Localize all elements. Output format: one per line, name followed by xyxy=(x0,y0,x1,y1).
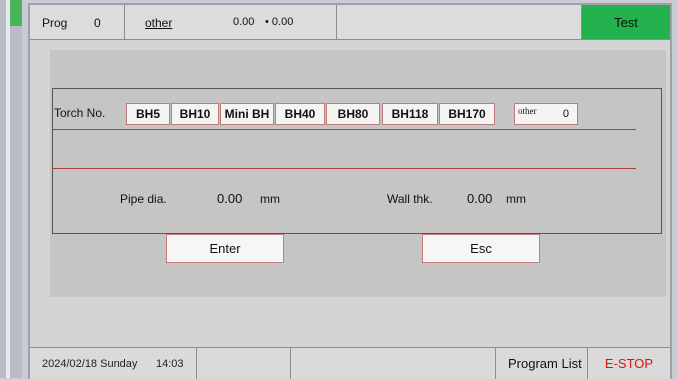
divider-line xyxy=(52,168,636,169)
torch-option-bh5[interactable]: BH5 xyxy=(126,103,170,125)
torch-option-other[interactable]: other 0 xyxy=(514,103,578,125)
torch-option-bh170[interactable]: BH170 xyxy=(439,103,495,125)
pipe-dia-value[interactable]: 0.00 xyxy=(217,191,242,206)
test-mode-button[interactable]: Test xyxy=(582,5,670,39)
background-green-mark xyxy=(10,0,22,26)
background-stripe xyxy=(6,0,10,378)
value-b: • 0.00 xyxy=(265,16,294,28)
wall-thk-label: Wall thk. xyxy=(387,192,433,206)
wall-thk-unit: mm xyxy=(506,192,526,206)
bottom-status-bar: 2024/02/18 Sunday 14:03 Program List E-S… xyxy=(30,347,670,379)
torch-option-mini-bh[interactable]: Mini BH xyxy=(220,103,274,125)
enter-button[interactable]: Enter xyxy=(166,234,284,263)
program-name[interactable]: other xyxy=(145,16,172,30)
torch-option-bh118[interactable]: BH118 xyxy=(382,103,438,125)
top-status-bar: Prog 0 other 0.00 • 0.00 Test xyxy=(30,5,670,40)
prog-number: 0 xyxy=(94,16,101,30)
bottombar-divider xyxy=(495,348,496,379)
topbar-divider xyxy=(124,5,125,39)
pipe-dia-unit: mm xyxy=(260,192,280,206)
bottombar-divider xyxy=(290,348,291,379)
pipe-dia-label: Pipe dia. xyxy=(120,192,167,206)
background-left-edge xyxy=(0,0,22,378)
torch-other-label: other xyxy=(518,106,537,116)
e-stop-indicator[interactable]: E-STOP xyxy=(588,348,670,379)
value-a: 0.00 xyxy=(233,16,255,28)
wall-thk-value[interactable]: 0.00 xyxy=(467,191,492,206)
date-display: 2024/02/18 Sunday xyxy=(42,357,138,370)
topbar-divider xyxy=(336,5,337,39)
torch-option-bh40[interactable]: BH40 xyxy=(275,103,325,125)
program-list-button[interactable]: Program List xyxy=(508,348,582,379)
hmi-screen: Prog 0 other 0.00 • 0.00 Test Torch No. … xyxy=(30,5,670,379)
prog-label: Prog xyxy=(42,16,68,30)
esc-button[interactable]: Esc xyxy=(422,234,540,263)
divider-line xyxy=(52,129,636,130)
time-display: 14:03 xyxy=(156,357,184,370)
bottombar-divider xyxy=(196,348,197,379)
torch-option-bh10[interactable]: BH10 xyxy=(171,103,219,125)
torch-no-label: Torch No. xyxy=(54,106,106,120)
torch-option-bh80[interactable]: BH80 xyxy=(326,103,380,125)
torch-other-value: 0 xyxy=(562,108,569,120)
